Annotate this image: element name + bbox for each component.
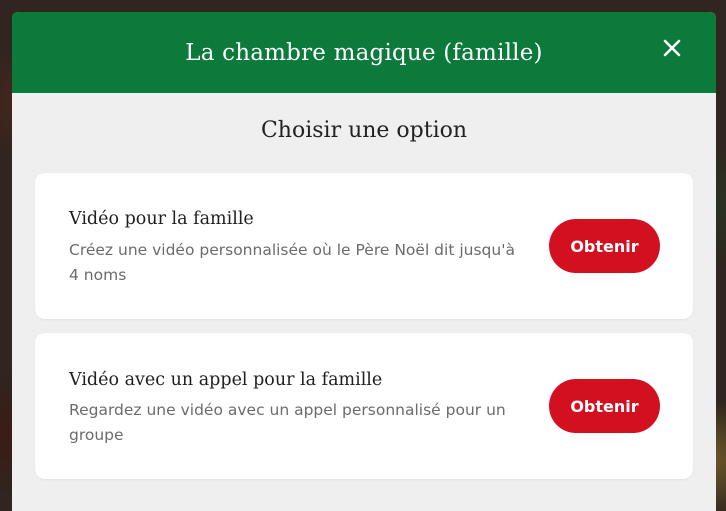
option-modal: La chambre magique (famille) Choisir une… xyxy=(12,12,716,511)
close-button[interactable] xyxy=(662,38,682,58)
option-card-family-call-video: Vidéo avec un appel pour la famille Rega… xyxy=(35,333,693,479)
get-family-video-button[interactable]: Obtenir xyxy=(549,219,660,273)
option-card-family-video: Vidéo pour la famille Créez une vidéo pe… xyxy=(35,173,693,319)
modal-title: La chambre magique (famille) xyxy=(185,39,543,66)
get-family-call-video-button[interactable]: Obtenir xyxy=(549,379,660,433)
option-title: Vidéo pour la famille xyxy=(69,209,254,229)
option-title: Vidéo avec un appel pour la famille xyxy=(69,370,383,390)
modal-subtitle: Choisir une option xyxy=(260,118,468,143)
modal-header: La chambre magique (famille) xyxy=(12,12,716,93)
close-icon xyxy=(663,39,681,57)
option-description: Créez une vidéo personnalisée où le Père… xyxy=(69,241,515,284)
option-description: Regardez une vidéo avec un appel personn… xyxy=(69,401,506,444)
